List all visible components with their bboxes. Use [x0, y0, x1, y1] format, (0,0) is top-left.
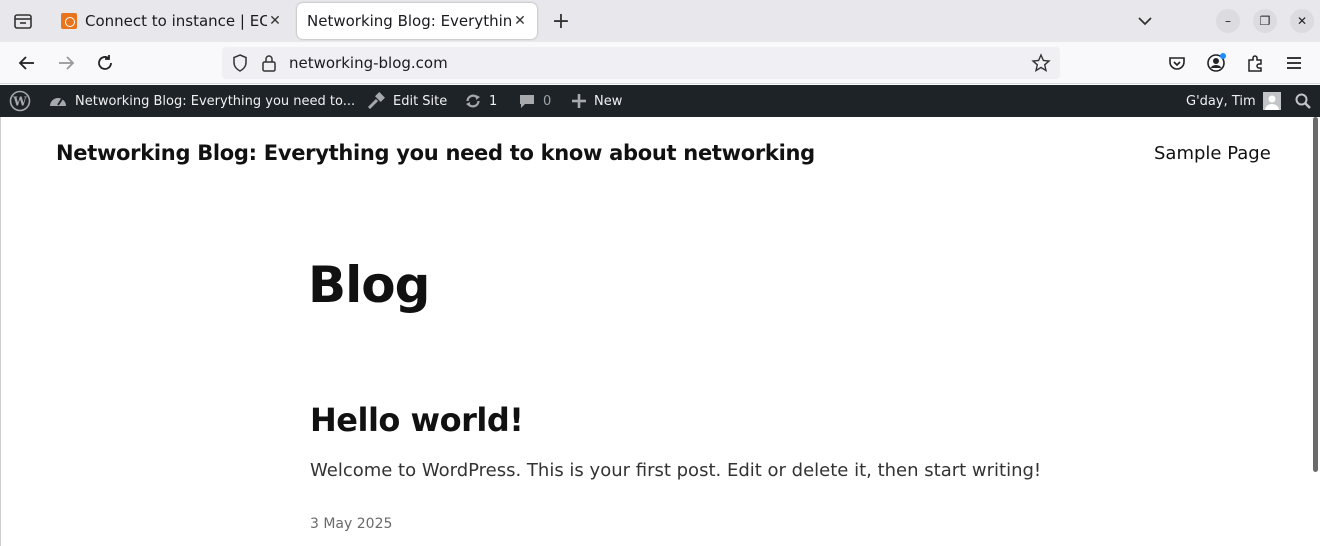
chevron-down-icon[interactable] [1134, 10, 1156, 32]
page-title: Blog [308, 256, 430, 314]
account-icon[interactable] [1205, 52, 1227, 74]
shield-icon[interactable] [230, 53, 250, 77]
new-content-link[interactable]: New [571, 85, 622, 117]
svg-text:W: W [12, 95, 27, 109]
tab-connect-to-instance[interactable]: Connect to instance | EC2 ✕ [52, 3, 292, 39]
wp-admin-bar: W Networking Blog: Everything you need t… [0, 85, 1320, 117]
close-tab-icon[interactable]: ✕ [267, 13, 283, 29]
edit-site-label: Edit Site [393, 93, 448, 109]
post-date[interactable]: 3 May 2025 [310, 516, 392, 532]
avatar [1262, 92, 1281, 110]
dashboard-gauge-icon [48, 92, 68, 110]
extensions-puzzle-icon[interactable] [1244, 52, 1266, 74]
navigation-toolbar: networking-blog.com [0, 42, 1320, 84]
aws-favicon-icon [61, 13, 77, 29]
url-text: networking-blog.com [289, 54, 448, 72]
restore-window-icon[interactable]: ❐ [1253, 9, 1277, 33]
bookmark-star-icon[interactable] [1031, 53, 1051, 77]
scrollbar[interactable] [1313, 117, 1318, 472]
page-content [0, 117, 1320, 546]
comment-bubble-icon [518, 92, 536, 110]
updates-refresh-icon [464, 92, 482, 110]
greeting-label: G'day, Tim [1186, 93, 1256, 109]
pocket-icon[interactable] [1166, 52, 1188, 74]
minimize-window-icon[interactable]: – [1216, 9, 1240, 33]
site-name-label: Networking Blog: Everything you need to.… [75, 93, 356, 109]
updates-link[interactable]: 1 [464, 85, 497, 117]
search-icon[interactable] [1294, 85, 1312, 117]
close-tab-icon[interactable]: ✕ [512, 13, 528, 29]
tab-networking-blog[interactable]: Networking Blog: Everything ✕ [297, 3, 537, 39]
plus-icon [571, 93, 587, 109]
lock-icon[interactable] [259, 53, 279, 77]
post-title-link[interactable]: Hello world! [310, 401, 524, 439]
browser-tab-strip: Connect to instance | EC2 ✕ Networking B… [0, 0, 1320, 42]
my-account-link[interactable]: G'day, Tim [1186, 85, 1281, 117]
comments-link[interactable]: 0 [518, 85, 551, 117]
address-bar[interactable]: networking-blog.com [222, 47, 1060, 79]
back-arrow-icon[interactable] [16, 52, 38, 74]
tab-title: Networking Blog: Everything [307, 12, 512, 30]
forward-arrow-icon[interactable] [55, 52, 77, 74]
post-excerpt: Welcome to WordPress. This is your first… [310, 460, 1042, 481]
site-title[interactable]: Networking Blog: Everything you need to … [56, 141, 815, 165]
reload-icon[interactable] [94, 52, 116, 74]
new-tab-plus-icon[interactable]: + [549, 9, 573, 34]
admin-bar-site-name[interactable]: Networking Blog: Everything you need to.… [48, 85, 355, 117]
close-window-icon[interactable]: ✕ [1290, 9, 1314, 33]
nav-link-sample-page[interactable]: Sample Page [1154, 143, 1271, 164]
brush-icon [366, 92, 386, 110]
updates-count: 1 [489, 93, 498, 109]
new-label: New [594, 93, 623, 109]
wordpress-logo-icon[interactable]: W [9, 85, 31, 117]
hamburger-menu-icon[interactable] [1283, 52, 1305, 74]
tab-title: Connect to instance | EC2 [85, 12, 267, 30]
comments-count: 0 [543, 93, 552, 109]
firefox-view-icon[interactable] [12, 10, 34, 32]
edit-site-link[interactable]: Edit Site [366, 85, 447, 117]
